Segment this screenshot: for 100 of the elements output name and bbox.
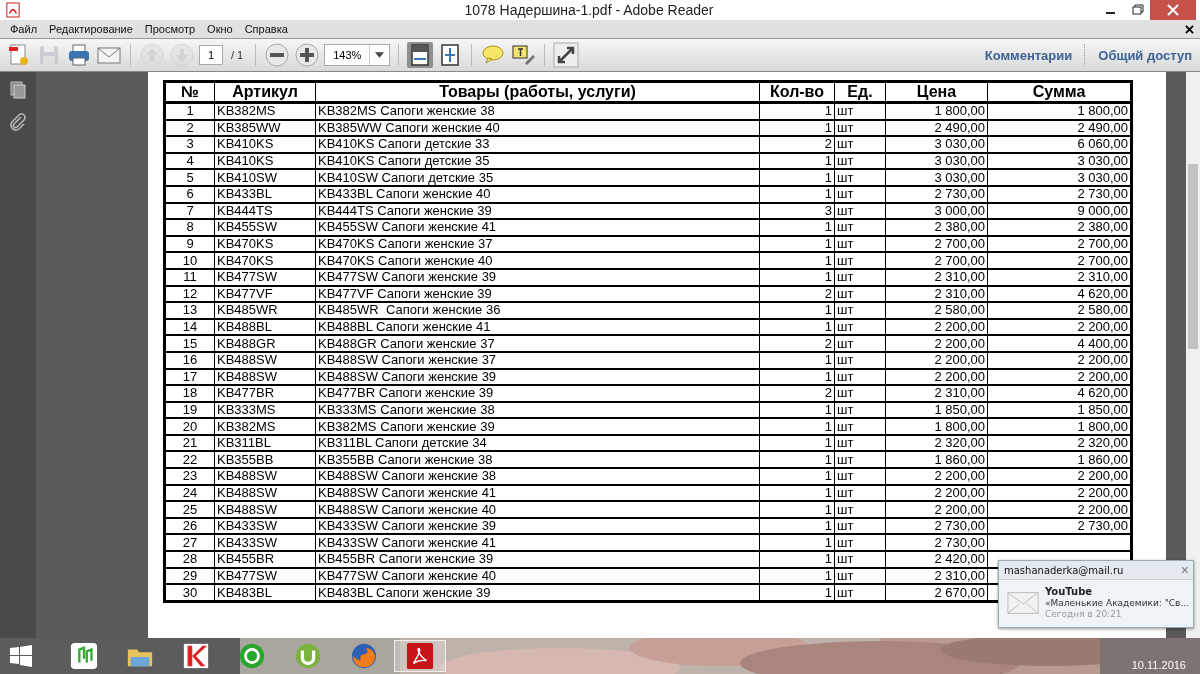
- table-cell: шт: [834, 152, 886, 170]
- column-header: Кол-во: [759, 81, 835, 103]
- table-cell: 1: [759, 534, 835, 552]
- table-cell: 2 310,00: [885, 268, 988, 286]
- fit-width-icon[interactable]: [407, 42, 434, 68]
- table-cell: 2 700,00: [885, 252, 988, 269]
- menu-item[interactable]: Справка: [238, 23, 294, 35]
- menu-item[interactable]: Просмотр: [138, 23, 202, 35]
- print-icon[interactable]: [66, 42, 92, 68]
- table-cell: 2 320,00: [987, 434, 1132, 452]
- table-cell: 1: [759, 567, 835, 585]
- notification-popup[interactable]: mashanaderka@mail.ru × YouTube «Маленькие Академики: "Св... Сегодня в 20:21: [998, 560, 1194, 628]
- table-cell: KB485WR Сапоги женские 36: [315, 302, 760, 319]
- table-cell: KB488GR Сапоги женские 37: [315, 335, 760, 352]
- table-cell: шт: [834, 434, 886, 452]
- text-pen-icon[interactable]: [510, 42, 537, 68]
- toolbar-link[interactable]: Общий доступ: [1090, 47, 1200, 63]
- table-cell: KB488GR: [214, 335, 316, 352]
- table-cell: шт: [834, 517, 886, 535]
- table-cell: 2 490,00: [885, 119, 988, 137]
- table-cell: KB470KS: [214, 252, 316, 269]
- table-cell: KB433SW: [214, 534, 316, 552]
- column-header: Артикул: [214, 81, 316, 103]
- menu-item[interactable]: Окно: [201, 23, 239, 35]
- table-cell: KB355BB Сапоги женские 38: [315, 451, 760, 469]
- pages-icon[interactable]: [8, 80, 28, 100]
- table-cell: KB410KS: [214, 152, 316, 170]
- table-cell: 6: [164, 185, 215, 203]
- table-cell: 17: [164, 368, 215, 386]
- window-title: 1078 Надершина-1.pdf - Adobe Reader: [463, 2, 715, 18]
- table-cell: 30: [164, 584, 215, 602]
- account-email: mashanaderka@mail.ru: [1004, 564, 1124, 576]
- table-cell: 1: [759, 169, 835, 186]
- table-cell: 9: [164, 235, 215, 253]
- table-cell: 25: [164, 501, 215, 518]
- table-cell: шт: [834, 468, 886, 485]
- table-cell: KB455BR: [214, 551, 316, 568]
- close-icon[interactable]: [1185, 24, 1194, 34]
- table-cell: 2 730,00: [987, 517, 1132, 535]
- table-cell: 2 310,00: [885, 285, 988, 303]
- table-cell: 1: [759, 451, 835, 469]
- table-cell: шт: [834, 501, 886, 518]
- table-cell: шт: [834, 202, 886, 220]
- table-cell: 2 730,00: [987, 185, 1132, 203]
- table-cell: 3 030,00: [885, 169, 988, 186]
- page-field[interactable]: 1: [199, 45, 223, 65]
- table-cell: 2 310,00: [885, 385, 988, 402]
- toolbar-link[interactable]: Комментарии: [976, 47, 1081, 63]
- column-header: Цена: [885, 81, 988, 103]
- envelope-icon: [1007, 590, 1040, 615]
- table-cell: 27: [164, 534, 215, 552]
- zoom-out-icon[interactable]: [264, 42, 291, 68]
- table-cell: шт: [834, 385, 886, 402]
- table-cell: 1: [759, 268, 835, 286]
- expand-icon[interactable]: [553, 42, 580, 68]
- table-cell: 1: [759, 318, 835, 336]
- table-cell: KB410KS: [214, 136, 316, 153]
- table-cell: 3 030,00: [885, 152, 988, 170]
- paperclip-icon[interactable]: [8, 112, 28, 132]
- table-cell: KB477SW: [214, 268, 316, 286]
- close-button[interactable]: ×: [1176, 563, 1193, 577]
- table-cell: 19: [164, 401, 215, 419]
- table-cell: 2 200,00: [987, 501, 1132, 518]
- table-cell: KB477BR Сапоги женские 39: [315, 385, 760, 402]
- table-cell: шт: [834, 285, 886, 303]
- table-cell: KB483BL Сапоги женские 39: [315, 584, 760, 602]
- table-cell: шт: [834, 169, 886, 186]
- table-cell: 5: [164, 169, 215, 186]
- table-cell: 2: [759, 136, 835, 153]
- table-cell: 1: [759, 152, 835, 170]
- windows-logo-icon[interactable]: [10, 645, 32, 667]
- table-cell: шт: [834, 551, 886, 568]
- table-cell: 8: [164, 219, 215, 236]
- taskbar-button[interactable]: [394, 640, 446, 672]
- table-cell: 2 580,00: [987, 302, 1132, 319]
- column-header: №: [164, 81, 215, 103]
- table-cell: 2 700,00: [885, 235, 988, 253]
- menu-item[interactable]: Редактирование: [43, 23, 139, 35]
- table-cell: шт: [834, 335, 886, 352]
- table-cell: 2 200,00: [885, 484, 988, 502]
- clock-date: 10.11.2016: [1131, 659, 1186, 671]
- table-cell: KB488SW Сапоги женские 40: [315, 501, 760, 518]
- table-cell: 22: [164, 451, 215, 469]
- table-cell: KB470KS Сапоги женские 40: [315, 252, 760, 269]
- table-cell: KB455SW Сапоги женские 41: [315, 219, 760, 236]
- menu-item[interactable]: Файл: [4, 23, 44, 35]
- table-cell: 2 320,00: [885, 434, 988, 452]
- caret-icon[interactable]: [375, 52, 385, 58]
- message-subject: «Маленькие Академики: "Св...: [1045, 598, 1189, 608]
- table-cell: KB433SW Сапоги женские 41: [315, 534, 760, 552]
- table-cell: 1: [759, 235, 835, 253]
- zoom-in-icon[interactable]: [294, 42, 321, 68]
- table-cell: KB355BB: [214, 451, 316, 469]
- table-cell: 2: [164, 119, 215, 137]
- zoom-dropdown[interactable]: 143%: [324, 44, 391, 66]
- table-cell: шт: [834, 484, 886, 502]
- table-cell: 1 860,00: [987, 451, 1132, 469]
- scrollbar[interactable]: [1186, 72, 1200, 638]
- table-cell: 3 030,00: [885, 136, 988, 153]
- table-cell: 3 030,00: [987, 169, 1132, 186]
